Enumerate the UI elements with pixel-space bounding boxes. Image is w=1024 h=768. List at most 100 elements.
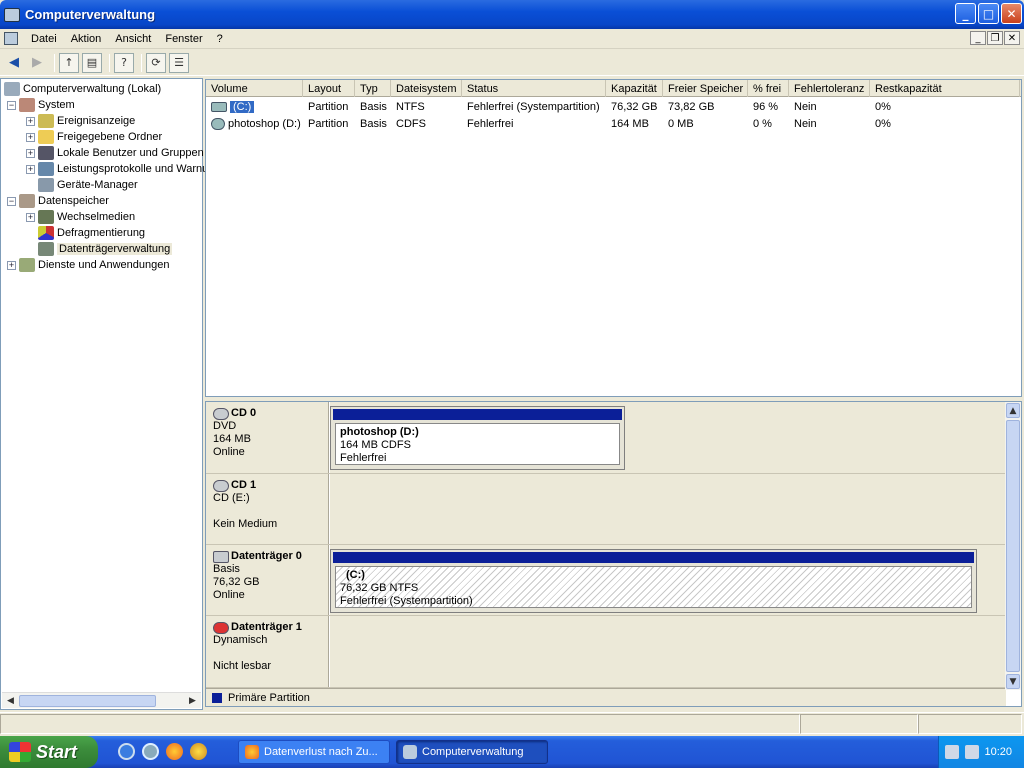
- scroll-up-icon[interactable]: ▲: [1006, 403, 1020, 418]
- column-header-fehlertoleranz[interactable]: Fehlertoleranz: [789, 80, 870, 97]
- menu-help[interactable]: ?: [210, 33, 230, 45]
- column-header-kapazitaet[interactable]: Kapazität: [606, 80, 663, 97]
- partition-photoshop[interactable]: photoshop (D:) 164 MB CDFS Fehlerfrei: [330, 406, 625, 470]
- start-button[interactable]: Start: [0, 736, 98, 768]
- toolbar-separator: [141, 53, 142, 72]
- scroll-down-icon[interactable]: ▼: [1006, 674, 1020, 689]
- volume-name: photoshop (D:): [228, 117, 301, 130]
- child-minimize-button[interactable]: _: [970, 31, 986, 45]
- collapse-icon[interactable]: −: [7, 196, 16, 206]
- tree-item-dienste[interactable]: + Dienste und Anwendungen: [7, 257, 170, 273]
- disk-label[interactable]: CD 0 DVD 164 MB Online: [206, 402, 329, 473]
- column-header-layout[interactable]: Layout: [303, 80, 355, 97]
- tree-item-system[interactable]: − System: [7, 97, 75, 113]
- disk-size: 164 MB: [213, 433, 251, 445]
- expand-icon[interactable]: +: [7, 260, 16, 270]
- tree-item-leistungsprotokolle[interactable]: + Leistungsprotokolle und Warnungen: [26, 161, 233, 177]
- child-restore-button[interactable]: ❐: [987, 31, 1003, 45]
- taskbar-task-firefox[interactable]: Datenverlust nach Zu...: [238, 740, 390, 764]
- disk-management-icon: [38, 242, 54, 256]
- disk-row-datentraeger0[interactable]: Datenträger 0 Basis 76,32 GB Online (C:)…: [206, 545, 1006, 616]
- column-header-typ[interactable]: Typ: [355, 80, 391, 97]
- column-header-freier-speicher[interactable]: Freier Speicher: [663, 80, 748, 97]
- disk-row-cd0[interactable]: CD 0 DVD 164 MB Online photoshop (D:) 16…: [206, 402, 1006, 474]
- forward-arrow-icon[interactable]: ▶: [27, 53, 47, 73]
- disk-label[interactable]: Datenträger 0 Basis 76,32 GB Online: [206, 545, 329, 615]
- partition-color-bar: [333, 409, 622, 420]
- menu-fenster[interactable]: Fenster: [158, 33, 209, 45]
- properties-icon[interactable]: ?: [114, 52, 134, 73]
- taskbar: Start Datenverlust nach Zu... Computerve…: [0, 736, 1024, 768]
- column-header-restkapazitaet[interactable]: Restkapazität: [870, 80, 1020, 97]
- tree-horizontal-scrollbar[interactable]: ◀ ▶: [2, 692, 201, 708]
- back-arrow-icon[interactable]: ◀: [4, 53, 24, 73]
- expand-icon[interactable]: +: [26, 164, 35, 174]
- expand-icon[interactable]: +: [26, 132, 35, 142]
- removable-media-icon: [38, 210, 54, 224]
- column-header-dateisystem[interactable]: Dateisystem: [391, 80, 462, 97]
- system-menu-icon[interactable]: [4, 32, 18, 45]
- show-hide-tree-icon[interactable]: ▤: [82, 52, 102, 73]
- menu-aktion[interactable]: Aktion: [64, 33, 109, 45]
- disk-row-cd1[interactable]: CD 1 CD (E:) Kein Medium: [206, 474, 1006, 545]
- disk-state: Kein Medium: [213, 518, 278, 530]
- clock[interactable]: 10:20: [984, 746, 1012, 758]
- partition-content: (C:) 76,32 GB NTFS Fehlerfrei (Systempar…: [335, 566, 972, 608]
- disk-vertical-scrollbar[interactable]: ▲ ▼: [1005, 402, 1021, 690]
- tree-item-wechselmedien[interactable]: + Wechselmedien: [26, 209, 135, 225]
- firefox-icon[interactable]: [166, 743, 183, 760]
- taskbar-task-computerverwaltung[interactable]: Computerverwaltung: [396, 740, 548, 764]
- tree-item-lokale-benutzer[interactable]: + Lokale Benutzer und Gruppen: [26, 145, 204, 161]
- disk-type: CD (E:): [213, 492, 250, 504]
- disk-row-datentraeger1[interactable]: Datenträger 1 Dynamisch Nicht lesbar: [206, 616, 1006, 688]
- expand-icon[interactable]: +: [26, 148, 35, 158]
- column-header-volume[interactable]: Volume: [206, 80, 303, 97]
- tree-item-defragmentierung[interactable]: Defragmentierung: [38, 225, 145, 241]
- storage-icon: [19, 194, 35, 208]
- collapse-icon[interactable]: −: [7, 100, 16, 110]
- maximize-button[interactable]: □: [978, 3, 999, 24]
- menu-bar: Datei Aktion Ansicht Fenster ? _ ❐ ✕: [0, 29, 1024, 49]
- cell-prozent-frei: 96 %: [753, 100, 779, 113]
- media-icon[interactable]: [190, 743, 207, 760]
- toolbar-separator: [109, 53, 110, 72]
- network-tray-icon[interactable]: [965, 745, 979, 759]
- expand-icon[interactable]: +: [26, 116, 35, 126]
- scrollbar-thumb[interactable]: [19, 695, 156, 707]
- table-row[interactable]: photoshop (D:) Partition Basis CDFS Fehl…: [206, 115, 1021, 132]
- disk-type: DVD: [213, 420, 237, 432]
- tree-item-geraete-manager[interactable]: Geräte-Manager: [38, 177, 138, 193]
- minimize-button[interactable]: _: [955, 3, 976, 24]
- volume-icon[interactable]: [945, 745, 959, 759]
- tree-item-freigegebene-ordner[interactable]: + Freigegebene Ordner: [26, 129, 162, 145]
- scroll-left-icon[interactable]: ◀: [3, 694, 18, 708]
- table-row[interactable]: (C:) Partition Basis NTFS Fehlerfrei (Sy…: [206, 98, 1021, 115]
- settings-list-icon[interactable]: ☰: [169, 52, 189, 73]
- expand-icon[interactable]: +: [26, 212, 35, 222]
- status-cell: [0, 714, 800, 734]
- menu-datei[interactable]: Datei: [24, 33, 64, 45]
- cell-typ: Basis: [360, 100, 387, 113]
- tree-item-datenspeicher[interactable]: − Datenspeicher: [7, 193, 109, 209]
- network-icon[interactable]: [142, 743, 159, 760]
- child-close-button[interactable]: ✕: [1004, 31, 1020, 45]
- menu-ansicht[interactable]: Ansicht: [108, 33, 158, 45]
- column-header-prozent-frei[interactable]: % frei: [748, 80, 789, 97]
- close-button[interactable]: ✕: [1001, 3, 1022, 24]
- window-titlebar[interactable]: Computerverwaltung _ □ ✕: [0, 0, 1024, 29]
- column-header-status[interactable]: Status: [462, 80, 606, 97]
- tree-root[interactable]: Computerverwaltung (Lokal): [4, 81, 161, 97]
- tree-item-ereignisanzeige[interactable]: + Ereignisanzeige: [26, 113, 135, 129]
- partition-info: 164 MB CDFS: [340, 439, 411, 451]
- refresh-icon[interactable]: ⟳: [146, 52, 166, 73]
- scrollbar-thumb[interactable]: [1006, 420, 1020, 672]
- partition-color-bar: [333, 552, 974, 563]
- ie-icon[interactable]: [118, 743, 135, 760]
- tree-item-datentraegerverwaltung[interactable]: Datenträgerverwaltung: [38, 241, 173, 257]
- tree-item-label: Freigegebene Ordner: [57, 131, 163, 143]
- partition-c[interactable]: (C:) 76,32 GB NTFS Fehlerfrei (Systempar…: [330, 549, 977, 613]
- up-folder-icon[interactable]: ↑: [59, 52, 79, 73]
- disk-label[interactable]: CD 1 CD (E:) Kein Medium: [206, 474, 329, 544]
- disk-label[interactable]: Datenträger 1 Dynamisch Nicht lesbar: [206, 616, 329, 687]
- scroll-right-icon[interactable]: ▶: [185, 694, 200, 708]
